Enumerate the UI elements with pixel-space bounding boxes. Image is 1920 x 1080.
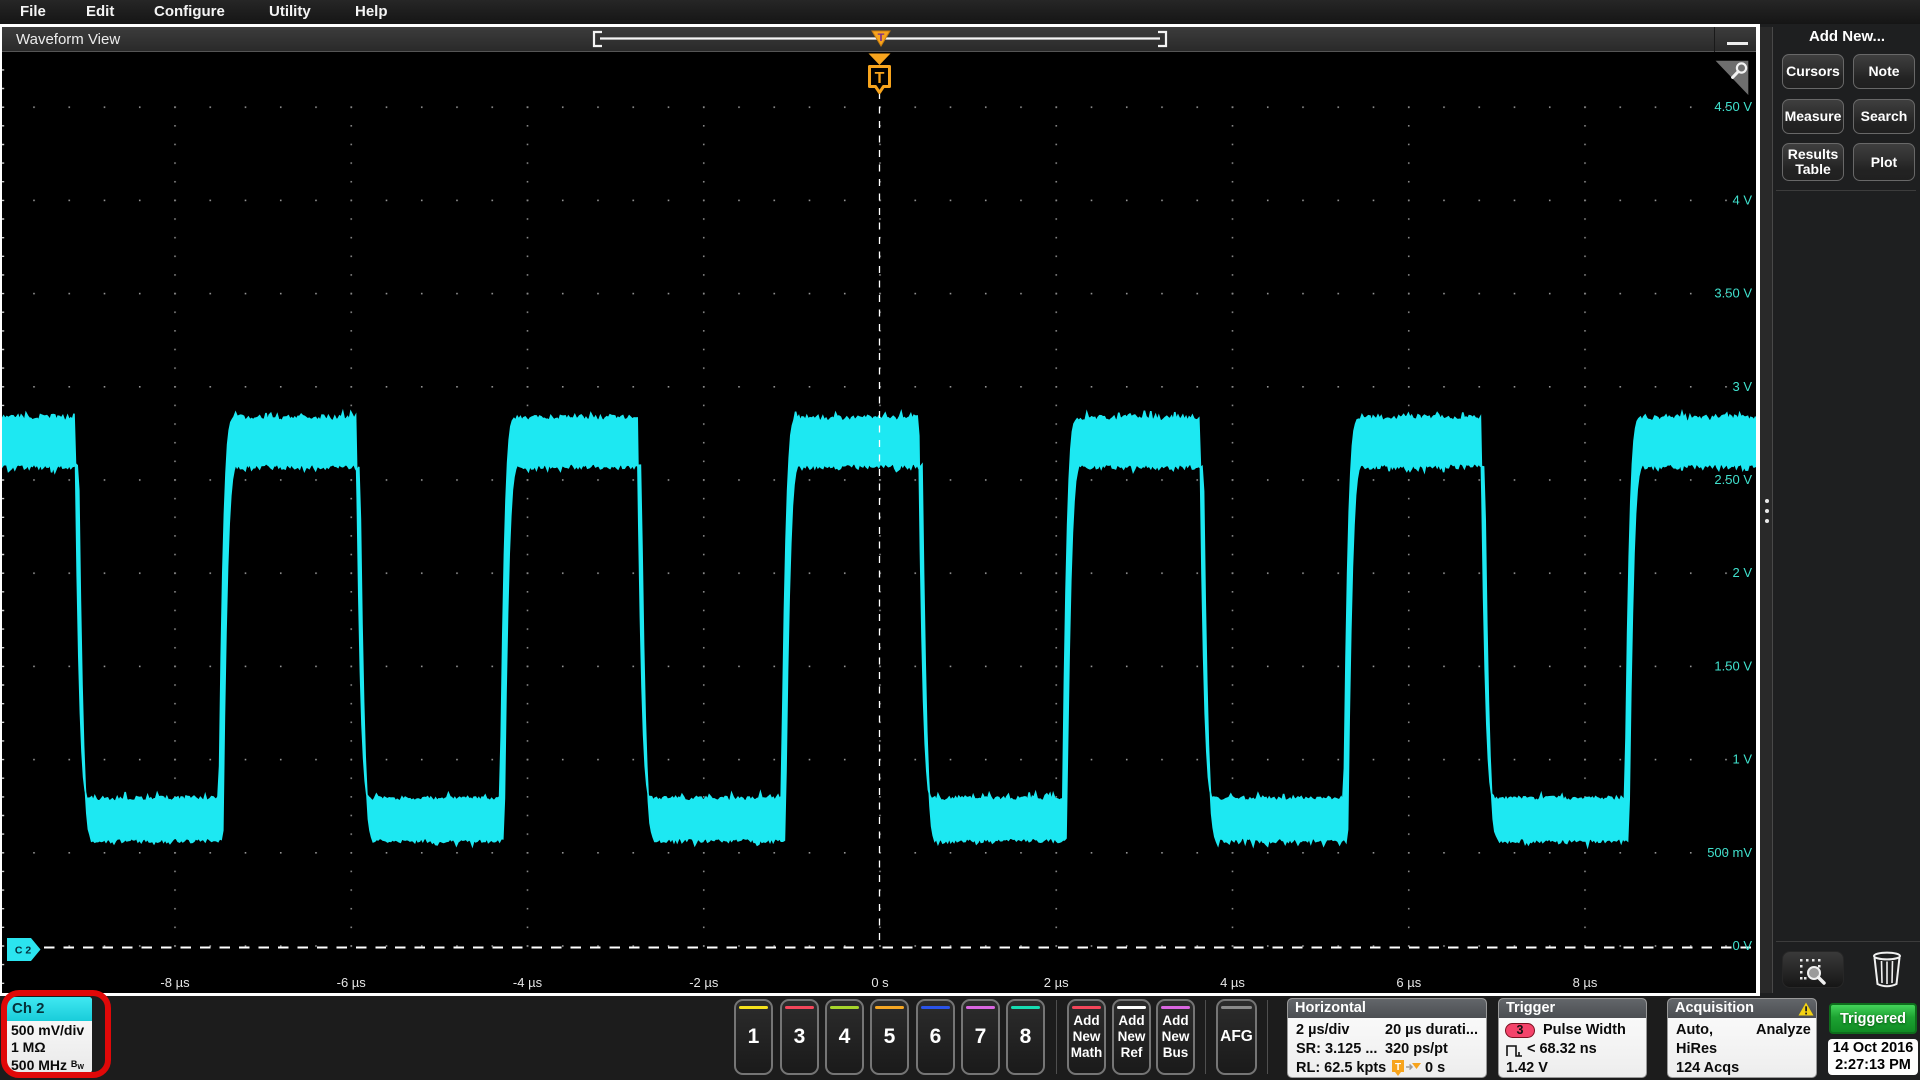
svg-text:0 s: 0 s (871, 975, 889, 990)
svg-text:1 V: 1 V (1732, 752, 1752, 767)
svg-text:6 µs: 6 µs (1396, 975, 1421, 990)
svg-text:4 µs: 4 µs (1220, 975, 1245, 990)
svg-text:1.50 V: 1.50 V (1714, 658, 1752, 673)
svg-text:2 µs: 2 µs (1044, 975, 1069, 990)
svg-text:C 2: C 2 (15, 945, 32, 957)
svg-text:T: T (1395, 1062, 1401, 1073)
svg-text:3 V: 3 V (1732, 379, 1752, 394)
svg-text:-6 µs: -6 µs (337, 975, 367, 990)
svg-text:3.50 V: 3.50 V (1714, 286, 1752, 301)
svg-text:T: T (875, 70, 885, 87)
svg-text:-8 µs: -8 µs (160, 975, 190, 990)
svg-text:-4 µs: -4 µs (513, 975, 543, 990)
svg-text:0 V: 0 V (1732, 938, 1752, 953)
svg-text:-2 µs: -2 µs (689, 975, 719, 990)
svg-text:4.50 V: 4.50 V (1714, 99, 1752, 114)
svg-text:4 V: 4 V (1732, 192, 1752, 207)
svg-text:500 mV: 500 mV (1707, 845, 1752, 860)
svg-text:T: T (878, 32, 885, 44)
svg-text:2 V: 2 V (1732, 565, 1752, 580)
svg-text:2.50 V: 2.50 V (1714, 472, 1752, 487)
svg-text:8 µs: 8 µs (1573, 975, 1598, 990)
